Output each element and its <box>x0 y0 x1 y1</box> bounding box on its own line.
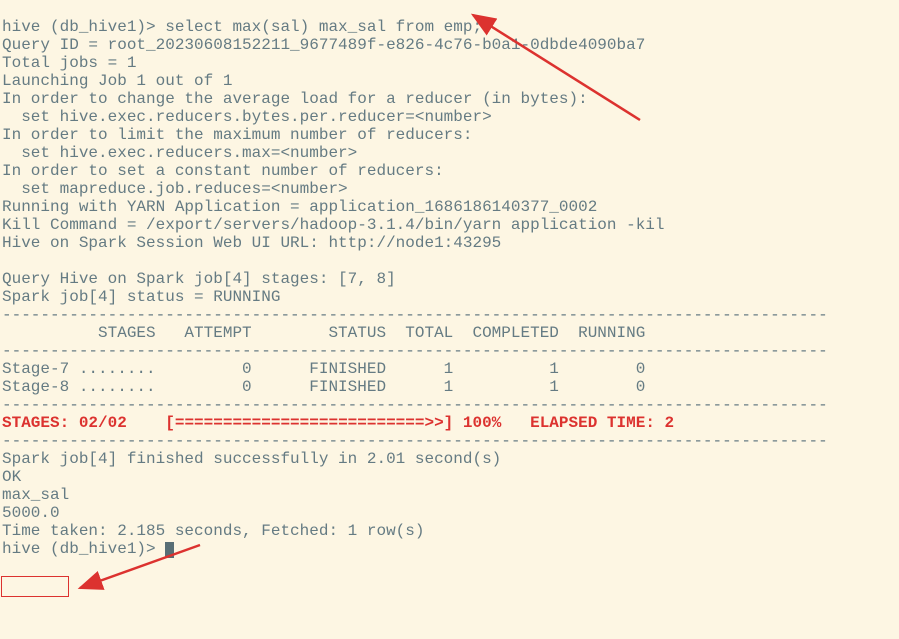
terminal-line: set hive.exec.reducers.max=<number> <box>2 144 357 162</box>
terminal-line: Time taken: 2.185 seconds, Fetched: 1 ro… <box>2 522 424 540</box>
result-value: 5000.0 <box>2 504 60 522</box>
terminal-line: set mapreduce.job.reduces=<number> <box>2 180 348 198</box>
terminal-line: Query ID = root_20230608152211_9677489f-… <box>2 36 645 54</box>
terminal-line: ----------------------------------------… <box>2 306 828 324</box>
terminal-line: In order to limit the maximum number of … <box>2 126 472 144</box>
table-row: Stage-7 ........ 0 FINISHED 1 1 0 <box>2 360 645 378</box>
terminal-line: ----------------------------------------… <box>2 342 828 360</box>
terminal-line: Spark job[4] finished successfully in 2.… <box>2 450 501 468</box>
terminal-line: set hive.exec.reducers.bytes.per.reducer… <box>2 108 492 126</box>
progress-bar: [==========================>>] 100% ELAP… <box>165 414 674 432</box>
table-row: Stage-8 ........ 0 FINISHED 1 1 0 <box>2 378 645 396</box>
terminal-line: OK <box>2 468 21 486</box>
cursor-icon <box>165 542 174 558</box>
terminal-line: In order to set a constant number of red… <box>2 162 444 180</box>
highlight-box <box>1 576 69 597</box>
terminal-line: ----------------------------------------… <box>2 432 828 450</box>
result-header: max_sal <box>2 486 69 504</box>
terminal-line: Spark job[4] status = RUNNING <box>2 288 280 306</box>
terminal-line: Hive on Spark Session Web UI URL: http:/… <box>2 234 501 252</box>
stages-label: STAGES: 02/02 <box>2 414 165 432</box>
terminal-line: Launching Job 1 out of 1 <box>2 72 232 90</box>
terminal-output[interactable]: hive (db_hive1)> select max(sal) max_sal… <box>0 0 899 558</box>
table-header: STAGES ATTEMPT STATUS TOTAL COMPLETED RU… <box>2 324 665 342</box>
terminal-line: hive (db_hive1)> select max(sal) max_sal… <box>2 18 482 36</box>
terminal-line: In order to change the average load for … <box>2 90 588 108</box>
prompt-line[interactable]: hive (db_hive1)> <box>2 540 174 558</box>
terminal-line: ----------------------------------------… <box>2 396 828 414</box>
terminal-line: Query Hive on Spark job[4] stages: [7, 8… <box>2 270 396 288</box>
terminal-line: Total jobs = 1 <box>2 54 136 72</box>
terminal-line: Kill Command = /export/servers/hadoop-3.… <box>2 216 665 234</box>
terminal-line: Running with YARN Application = applicat… <box>2 198 597 216</box>
